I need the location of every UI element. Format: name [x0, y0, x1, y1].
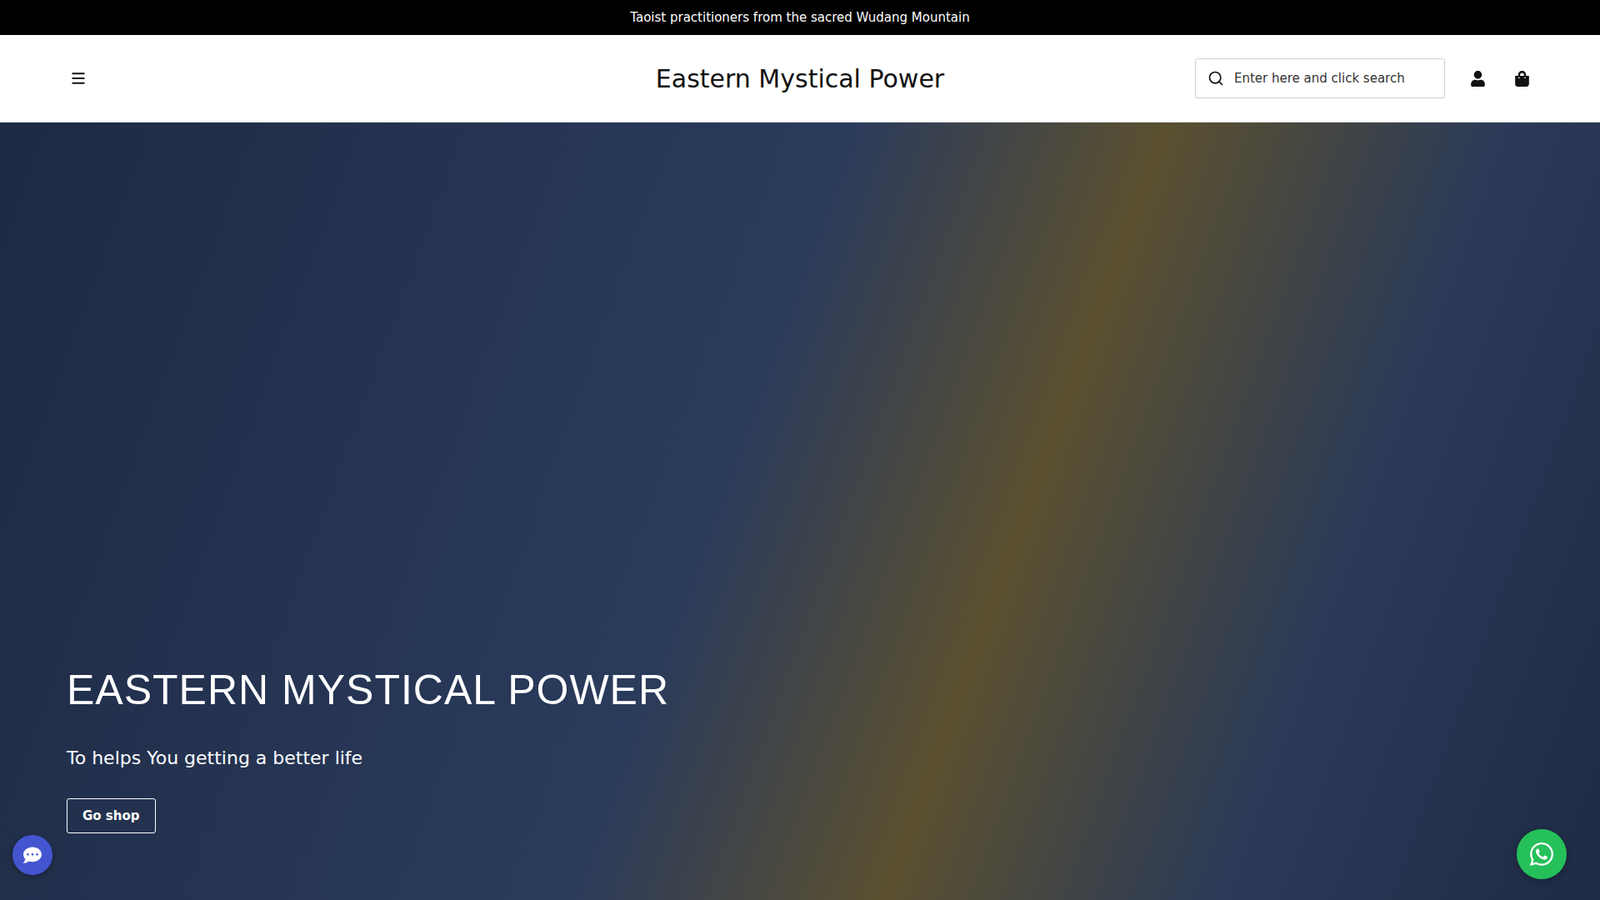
cart-button[interactable]	[1510, 67, 1534, 90]
hero-banner: EASTERN MYSTICAL POWER To helps You getti…	[0, 122, 1600, 900]
page: Taoist practitioners from the sacred Wud…	[0, 0, 1600, 900]
header-tools	[944, 58, 1534, 99]
hero-subtitle: To helps You getting a better life	[66, 747, 1534, 769]
whatsapp-icon	[1528, 840, 1555, 868]
whatsapp-button[interactable]	[1516, 829, 1567, 880]
chat-button[interactable]	[12, 835, 53, 875]
header: Eastern Mystical Power	[0, 35, 1600, 123]
search-icon[interactable]	[1207, 70, 1225, 87]
bag-icon	[1514, 70, 1530, 87]
menu-icon	[70, 70, 87, 87]
user-icon	[1470, 70, 1486, 87]
logo[interactable]: Eastern Mystical Power	[655, 64, 945, 94]
search-input[interactable]	[1232, 70, 1433, 87]
search-box	[1195, 58, 1445, 99]
account-button[interactable]	[1466, 67, 1490, 90]
shop-button[interactable]: Go shop	[66, 798, 156, 834]
announcement-bar: Taoist practitioners from the sacred Wud…	[0, 0, 1600, 35]
hero-title: EASTERN MYSTICAL POWER	[66, 665, 1534, 715]
chat-icon	[23, 845, 42, 865]
menu-button[interactable]	[66, 66, 90, 90]
